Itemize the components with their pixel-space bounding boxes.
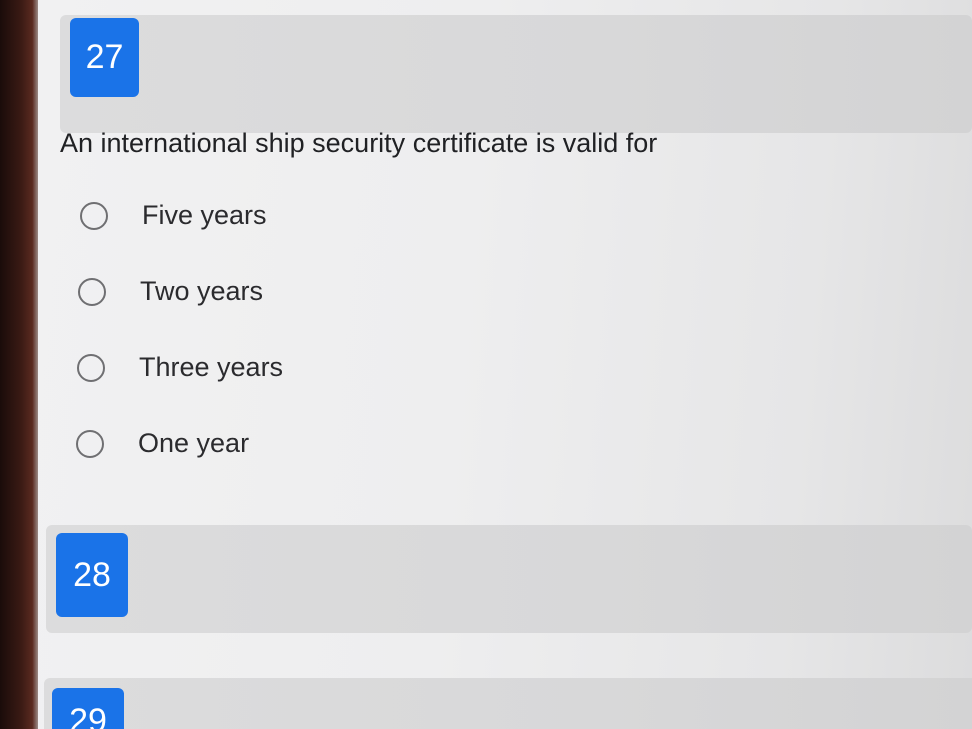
device-bezel [0,0,38,729]
option-three-years[interactable]: Three years [77,352,283,383]
option-two-years[interactable]: Two years [78,276,263,307]
option-label: Three years [139,352,284,382]
question-27-text: An international ship security certifica… [60,128,658,158]
question-27-header [60,15,972,133]
question-29-header [44,678,972,729]
option-one-year[interactable]: One year [76,428,249,459]
option-label: Two years [140,276,264,306]
question-27-number-badge: 27 [70,18,139,97]
question-28-header [46,525,972,633]
radio-button-icon[interactable] [77,353,105,382]
option-five-years[interactable]: Five years [80,200,267,231]
option-label: Five years [142,200,267,230]
option-label: One year [138,428,250,458]
radio-button-icon[interactable] [78,277,106,306]
question-28-number-badge: 28 [56,533,128,617]
radio-button-icon[interactable] [76,429,104,458]
question-29-number-badge: 29 [52,688,124,729]
radio-button-icon[interactable] [80,201,108,230]
